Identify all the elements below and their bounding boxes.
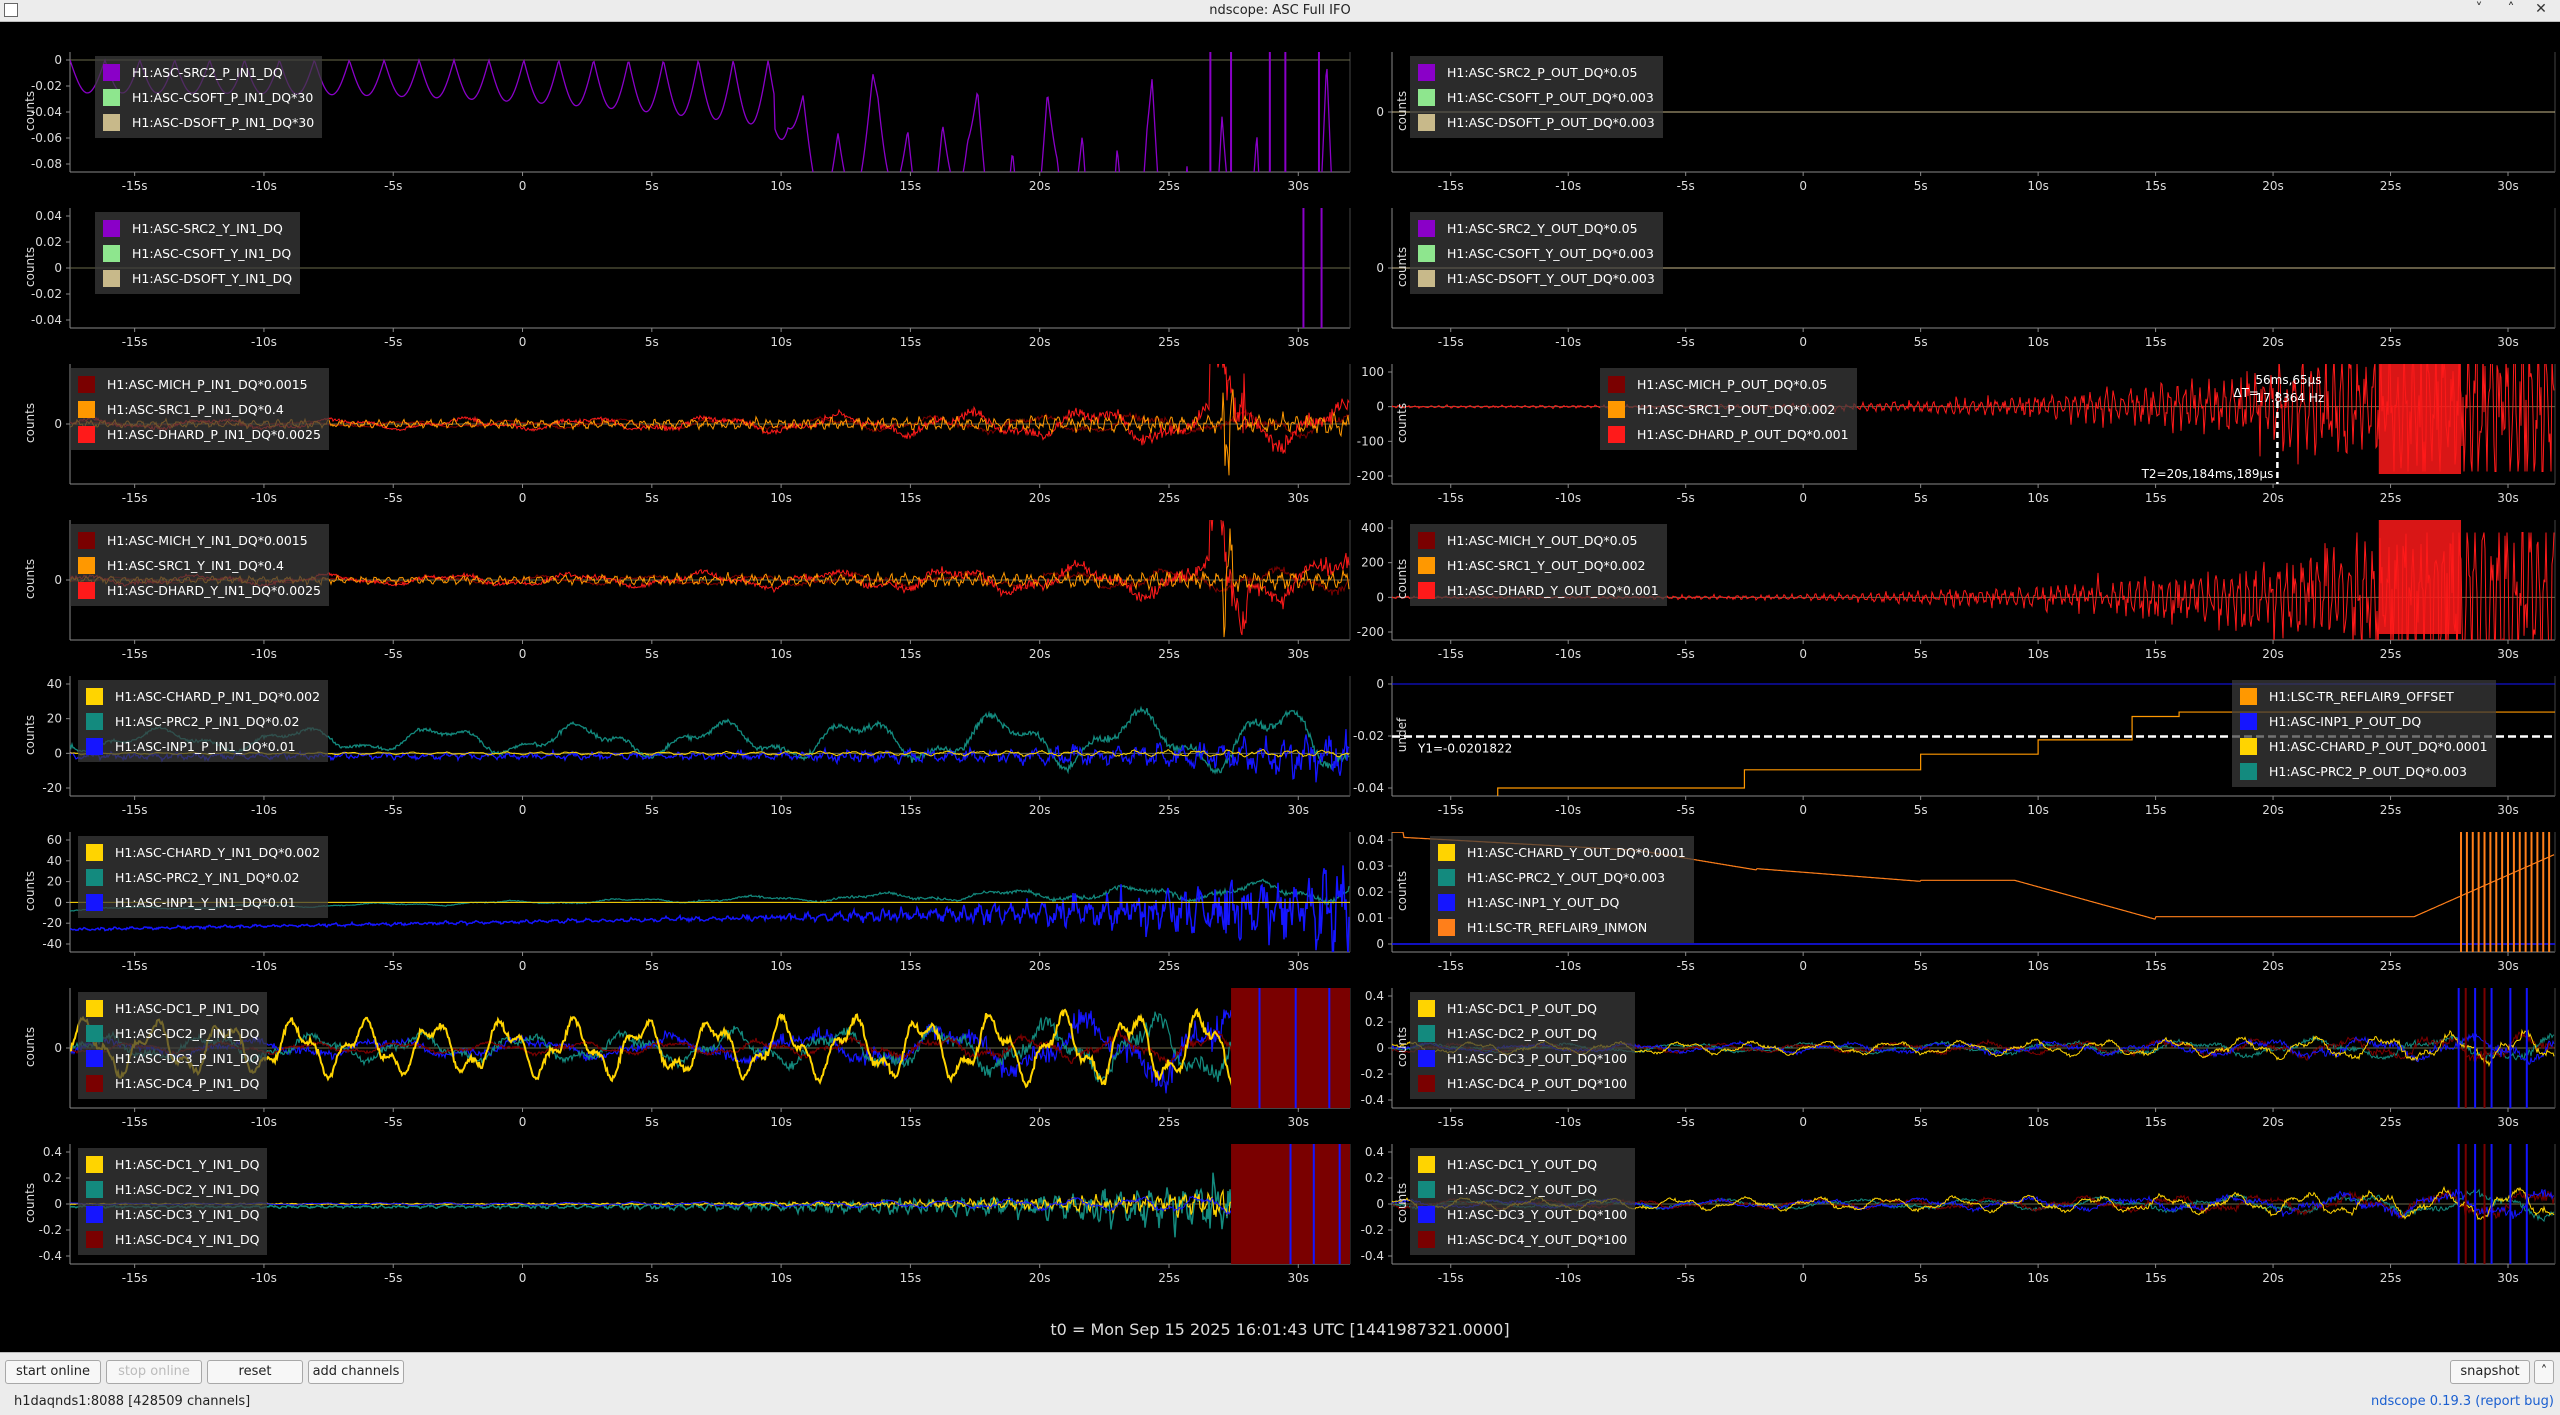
y-tick-label: 0.4 [1365, 1145, 1384, 1159]
legend-item[interactable]: H1:ASC-DC3_Y_IN1_DQ [86, 1202, 259, 1227]
minimize-button[interactable]: ˅ [2470, 1, 2488, 17]
reset-button[interactable]: reset [207, 1360, 303, 1384]
x-tick-label: -5s [1677, 1271, 1695, 1285]
legend-item[interactable]: H1:ASC-DC2_Y_OUT_DQ [1418, 1177, 1627, 1202]
legend-swatch [86, 1181, 103, 1198]
x-tick-label: 5s [1914, 1271, 1928, 1285]
legend-swatch [86, 1231, 103, 1248]
y-tick-label: -0.4 [39, 1249, 62, 1263]
legend-label: H1:ASC-DC2_Y_OUT_DQ [1447, 1182, 1598, 1197]
y-axis-label: counts [23, 1182, 37, 1223]
y-tick-label: 0.2 [43, 1171, 62, 1185]
x-tick-label: 20s [1029, 1271, 1051, 1285]
x-tick-label: 5s [645, 1271, 659, 1285]
legend-label: H1:ASC-DC3_Y_IN1_DQ [115, 1207, 260, 1222]
y-tick-label: 0.4 [43, 1145, 62, 1159]
legend-label: H1:ASC-DC3_Y_OUT_DQ*100 [1447, 1207, 1628, 1222]
legend[interactable]: H1:ASC-DC1_Y_OUT_DQ H1:ASC-DC2_Y_OUT_DQ H1… [1410, 1148, 1636, 1255]
legend-swatch [86, 1156, 103, 1173]
plot-canvas[interactable]: -15s -10s -5s 0 5s 10s 15s 20s 25s 30s 0.4 0.2 0 -0.2… [0, 22, 1370, 1322]
legend-label: H1:ASC-DC4_Y_OUT_DQ*100 [1447, 1232, 1628, 1247]
x-tick-label: 15s [2145, 1271, 2167, 1285]
start-online-button[interactable]: start online [5, 1360, 101, 1384]
server-status: h1daqnds1:8088 [428509 channels] [14, 1394, 251, 1409]
maximize-button[interactable]: ˄ [2502, 1, 2520, 17]
version-links: ndscope 0.19.3 (report bug) [2371, 1394, 2554, 1409]
x-tick-label: 0 [1799, 1271, 1807, 1285]
legend[interactable]: H1:ASC-DC1_Y_IN1_DQ H1:ASC-DC2_Y_IN1_DQ H1… [78, 1148, 268, 1255]
x-tick-label: 20s [2262, 1271, 2284, 1285]
x-tick-label: 25s [1158, 1271, 1180, 1285]
legend-item[interactable]: H1:ASC-DC3_Y_OUT_DQ*100 [1418, 1202, 1627, 1227]
legend-swatch [1418, 1231, 1435, 1248]
x-tick-label: -10s [1555, 1271, 1581, 1285]
legend-swatch [86, 1206, 103, 1223]
y-tick-label: 0.2 [1365, 1171, 1384, 1185]
x-tick-label: 30s [2497, 1271, 2519, 1285]
legend-item[interactable]: H1:ASC-DC4_Y_IN1_DQ [86, 1227, 259, 1252]
add-channels-button[interactable]: add channels [308, 1360, 404, 1384]
y-tick-label: -0.4 [1361, 1249, 1384, 1263]
legend-swatch [1418, 1206, 1435, 1223]
snapshot-button[interactable]: snapshot [2450, 1360, 2530, 1384]
y-axis-label: counts [1395, 1182, 1409, 1223]
window-title: ndscope: ASC Full IFO [1209, 3, 1351, 18]
legend-label: H1:ASC-DC1_Y_IN1_DQ [115, 1157, 260, 1172]
x-tick-label: 15s [900, 1271, 922, 1285]
x-tick-label: 10s [2027, 1271, 2049, 1285]
legend-item[interactable]: H1:ASC-DC1_Y_IN1_DQ [86, 1152, 259, 1177]
version-link[interactable]: ndscope 0.19.3 [2371, 1394, 2471, 1409]
stop-online-button[interactable]: stop online [106, 1360, 202, 1384]
close-button[interactable]: ✕ [2532, 1, 2550, 17]
x-tick-label: -5s [384, 1271, 402, 1285]
y-tick-label: -0.2 [1361, 1223, 1384, 1237]
y-tick-label: 0 [1376, 1197, 1384, 1211]
y-tick-label: -0.2 [39, 1223, 62, 1237]
x-tick-label: 0 [519, 1271, 527, 1285]
x-tick-label: 10s [770, 1271, 792, 1285]
chevron-up-icon[interactable]: ˄ [2534, 1360, 2554, 1384]
window-titlebar: ndscope: ASC Full IFO ˅ ˄ ✕ [0, 0, 2560, 22]
x-tick-label: -15s [1438, 1271, 1464, 1285]
legend-item[interactable]: H1:ASC-DC4_Y_OUT_DQ*100 [1418, 1227, 1627, 1252]
x-tick-label: 25s [2380, 1271, 2402, 1285]
legend-label: H1:ASC-DC2_Y_IN1_DQ [115, 1182, 260, 1197]
legend-item[interactable]: H1:ASC-DC2_Y_IN1_DQ [86, 1177, 259, 1202]
legend-item[interactable]: H1:ASC-DC1_Y_OUT_DQ [1418, 1152, 1627, 1177]
legend-swatch [1418, 1156, 1435, 1173]
plot-grid: -15s -10s -5s 0 5s 10s 15s 20s 25s 30s 0 -0.02 -0.04… [0, 22, 2560, 1352]
x-tick-label: -10s [251, 1271, 277, 1285]
t0-label: t0 = Mon Sep 15 2025 16:01:43 UTC [14419… [1050, 1320, 1510, 1339]
legend-label: H1:ASC-DC4_Y_IN1_DQ [115, 1232, 260, 1247]
plot-canvas[interactable]: -15s -10s -5s 0 5s 10s 15s 20s 25s 30s 0.4 0.2 0 -0.2… [1361, 22, 2560, 1322]
y-tick-label: 0 [54, 1197, 62, 1211]
legend-swatch [1418, 1181, 1435, 1198]
x-tick-label: 30s [1288, 1271, 1310, 1285]
bottom-toolbar: start online stop online reset add chann… [0, 1352, 2560, 1415]
legend-label: H1:ASC-DC1_Y_OUT_DQ [1447, 1157, 1598, 1172]
report-bug-link[interactable]: (report bug) [2475, 1394, 2554, 1409]
x-tick-label: -15s [122, 1271, 148, 1285]
